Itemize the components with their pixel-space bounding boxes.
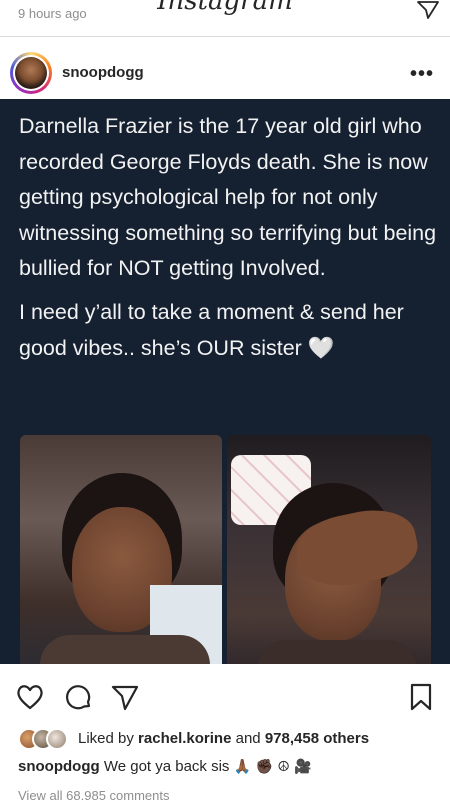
likes-text[interactable]: Liked by rachel.korine and 978,458 other… [78,730,369,747]
photo-right [227,435,431,664]
bookmark-icon[interactable] [406,682,436,712]
likes-count[interactable]: 978,458 others [265,730,369,747]
post-image-paragraph-2-text: I need y’all to take a moment & send her… [19,299,404,360]
liked-by-user[interactable]: rachel.korine [138,730,231,747]
more-options-icon[interactable]: ••• [410,63,434,86]
photo-left [20,435,222,664]
view-comments-link[interactable]: View all 68,985 comments [18,788,170,800]
previous-post-timestamp: 9 hours ago [18,6,87,21]
caption: snoopdogg We got ya back sis 🙏🏾 ✊🏿 ☮ 🎥 [18,758,448,775]
avatar[interactable] [13,55,49,91]
photo-left-body [40,635,210,664]
heart-icon[interactable] [15,682,45,712]
post-image-paragraph-2: I need y’all to take a moment & send her… [19,295,439,366]
post-image-paragraph-1: Darnella Frazier is the 17 year old girl… [19,114,437,281]
comment-icon[interactable] [64,682,94,712]
liker-avatars[interactable] [18,728,74,750]
story-ring[interactable] [10,52,52,94]
liker-avatar [46,728,68,750]
post-username[interactable]: snoopdogg [62,64,144,81]
white-heart-emoji: 🤍 [307,335,335,360]
post-header: snoopdogg ••• [0,37,450,99]
caption-text: We got ya back sis [99,758,230,775]
photo-right-body [257,640,417,664]
top-bar: Instagram 9 hours ago [0,0,450,36]
likes-row: Liked by rachel.korine and 978,458 other… [18,726,448,752]
caption-username[interactable]: snoopdogg [18,758,100,775]
likes-prefix: Liked by [78,730,139,747]
likes-middle: and [231,730,265,747]
send-icon[interactable] [110,682,140,712]
caption-emojis: 🙏🏾 ✊🏿 ☮ 🎥 [233,759,312,775]
post-image[interactable]: Darnella Frazier is the 17 year old girl… [0,99,450,664]
avatar-photo [15,57,47,89]
action-bar [0,672,450,722]
post-image-text: Darnella Frazier is the 17 year old girl… [19,109,439,374]
direct-message-icon[interactable] [416,0,440,20]
